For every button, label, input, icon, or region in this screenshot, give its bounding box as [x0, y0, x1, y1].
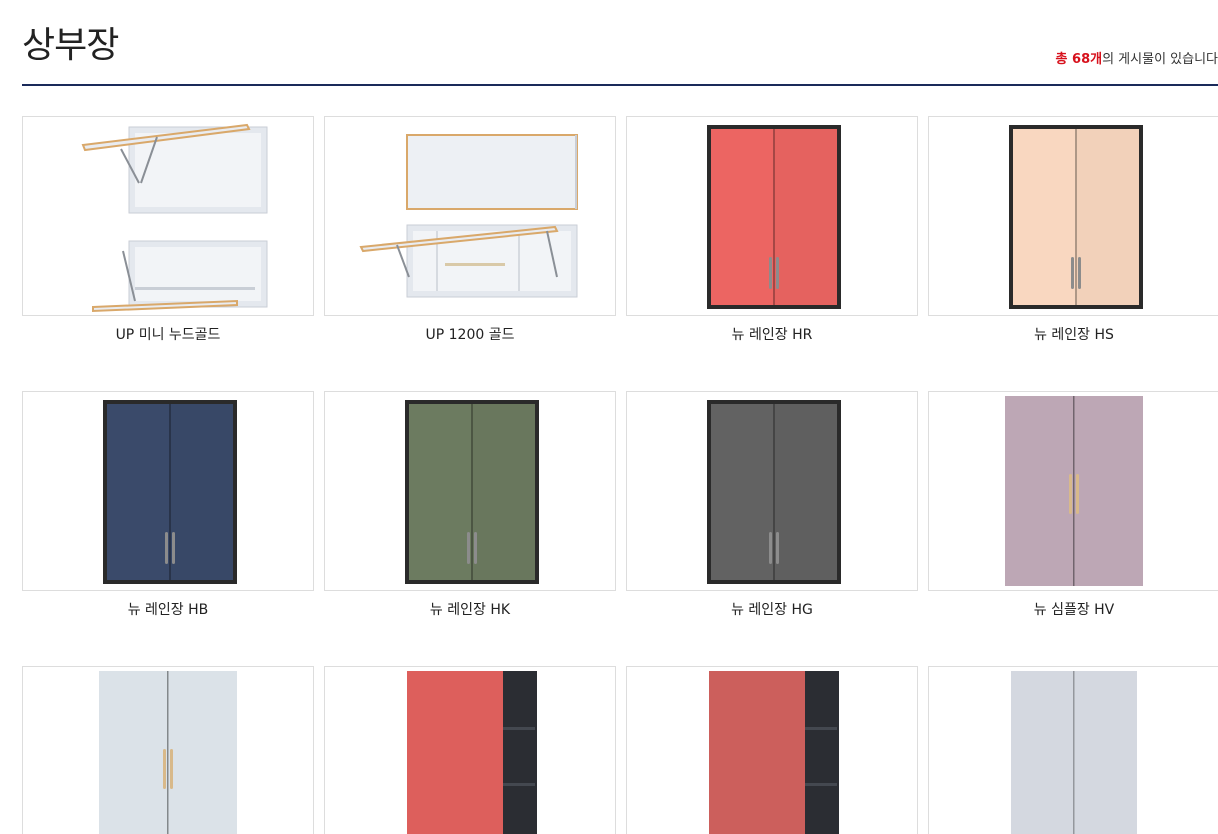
- product-card[interactable]: 뉴 레인장 HK: [324, 391, 616, 619]
- product-card[interactable]: 뉴 레인장 HB: [22, 391, 314, 619]
- product-card[interactable]: [626, 666, 918, 834]
- product-image[interactable]: [22, 666, 314, 834]
- product-card[interactable]: [22, 666, 314, 834]
- product-drawing: [707, 400, 841, 584]
- product-name[interactable]: 뉴 심플장 HV: [928, 601, 1218, 619]
- product-card[interactable]: 뉴 레인장 HG: [626, 391, 918, 619]
- product-drawing: [1011, 671, 1137, 834]
- page: 상부장 총 68개의 게시물이 있습니다 UP 미니 누드골드 UP 1200 …: [0, 0, 1218, 834]
- product-drawing: [99, 671, 237, 834]
- product-drawing: [103, 400, 237, 584]
- product-name[interactable]: UP 1200 골드: [324, 326, 616, 344]
- product-image[interactable]: [626, 391, 918, 591]
- product-drawing: [709, 671, 839, 834]
- product-drawing: [359, 134, 578, 298]
- post-count: 총 68개의 게시물이 있습니다: [1056, 48, 1218, 67]
- product-image[interactable]: [22, 391, 314, 591]
- product-card[interactable]: UP 미니 누드골드: [22, 116, 314, 344]
- title-divider: [22, 84, 1218, 86]
- post-count-suffix: 의 게시물이 있습니다: [1102, 52, 1218, 67]
- product-drawing: [405, 400, 539, 584]
- product-card[interactable]: UP 1200 골드: [324, 116, 616, 344]
- product-card[interactable]: [928, 666, 1218, 834]
- product-image[interactable]: [928, 391, 1218, 591]
- product-drawing: [407, 671, 537, 834]
- product-image[interactable]: [928, 666, 1218, 834]
- product-name[interactable]: 뉴 레인장 HR: [626, 326, 918, 344]
- product-name[interactable]: 뉴 레인장 HK: [324, 601, 616, 619]
- product-name[interactable]: 뉴 레인장 HB: [22, 601, 314, 619]
- product-card[interactable]: 뉴 레인장 HS: [928, 116, 1218, 344]
- product-image[interactable]: [324, 666, 616, 834]
- product-card[interactable]: 뉴 심플장 HV: [928, 391, 1218, 619]
- product-image[interactable]: [626, 666, 918, 834]
- product-image[interactable]: [626, 116, 918, 316]
- product-image[interactable]: [928, 116, 1218, 316]
- product-drawing: [81, 123, 268, 313]
- product-image[interactable]: [22, 116, 314, 316]
- product-drawing: [1009, 125, 1143, 309]
- product-drawing: [1005, 396, 1143, 586]
- product-card[interactable]: 뉴 레인장 HR: [626, 116, 918, 344]
- page-title: 상부장: [22, 25, 119, 66]
- product-name[interactable]: 뉴 레인장 HS: [928, 326, 1218, 344]
- product-image[interactable]: [324, 391, 616, 591]
- product-card[interactable]: [324, 666, 616, 834]
- product-name[interactable]: 뉴 레인장 HG: [626, 601, 918, 619]
- product-drawing: [707, 125, 841, 309]
- post-count-number: 총 68개: [1055, 52, 1103, 67]
- product-name[interactable]: UP 미니 누드골드: [22, 326, 314, 344]
- product-image[interactable]: [324, 116, 616, 316]
